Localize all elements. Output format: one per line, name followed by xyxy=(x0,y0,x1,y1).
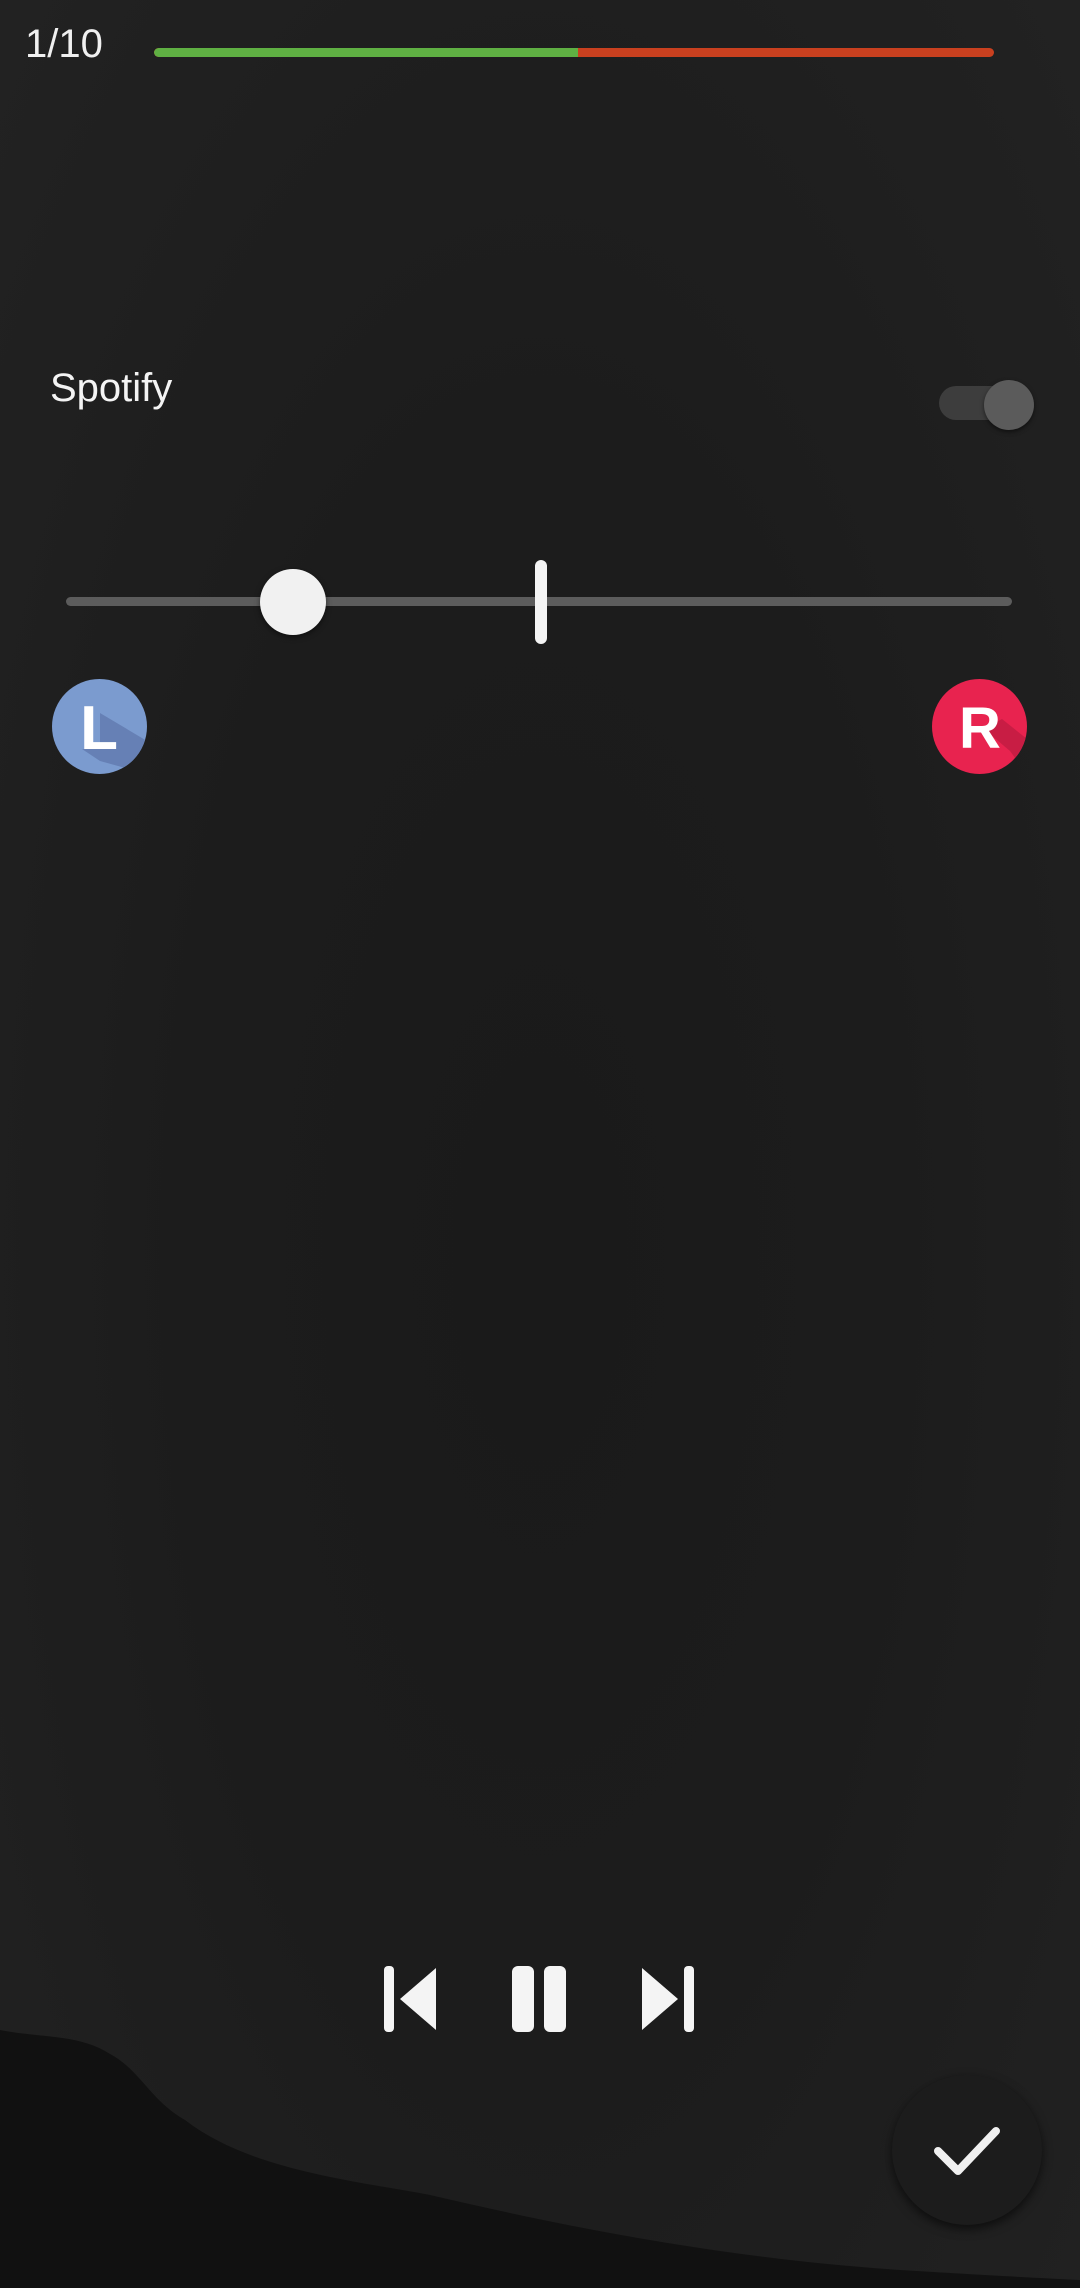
question-counter: 1/10 xyxy=(25,22,103,66)
confirm-button[interactable] xyxy=(892,2075,1042,2225)
progress-bar-fill xyxy=(154,48,579,57)
right-channel-icon[interactable]: R xyxy=(932,679,1027,774)
check-icon xyxy=(934,2127,1000,2175)
next-icon[interactable] xyxy=(630,1960,710,2040)
toggle-knob[interactable] xyxy=(984,380,1034,430)
slider-center-marker xyxy=(535,560,547,644)
balance-slider[interactable] xyxy=(66,560,1012,644)
left-channel-letter: L xyxy=(80,694,118,763)
pause-icon[interactable] xyxy=(500,1960,580,2040)
slider-thumb[interactable] xyxy=(260,569,327,635)
right-channel-letter: R xyxy=(959,696,1001,761)
playback-controls xyxy=(370,1960,710,2040)
source-toggle[interactable] xyxy=(939,380,1034,430)
progress-bar xyxy=(154,48,994,57)
left-channel-icon[interactable]: L xyxy=(52,679,147,774)
previous-icon[interactable] xyxy=(370,1960,450,2040)
source-app-label: Spotify xyxy=(50,366,173,410)
